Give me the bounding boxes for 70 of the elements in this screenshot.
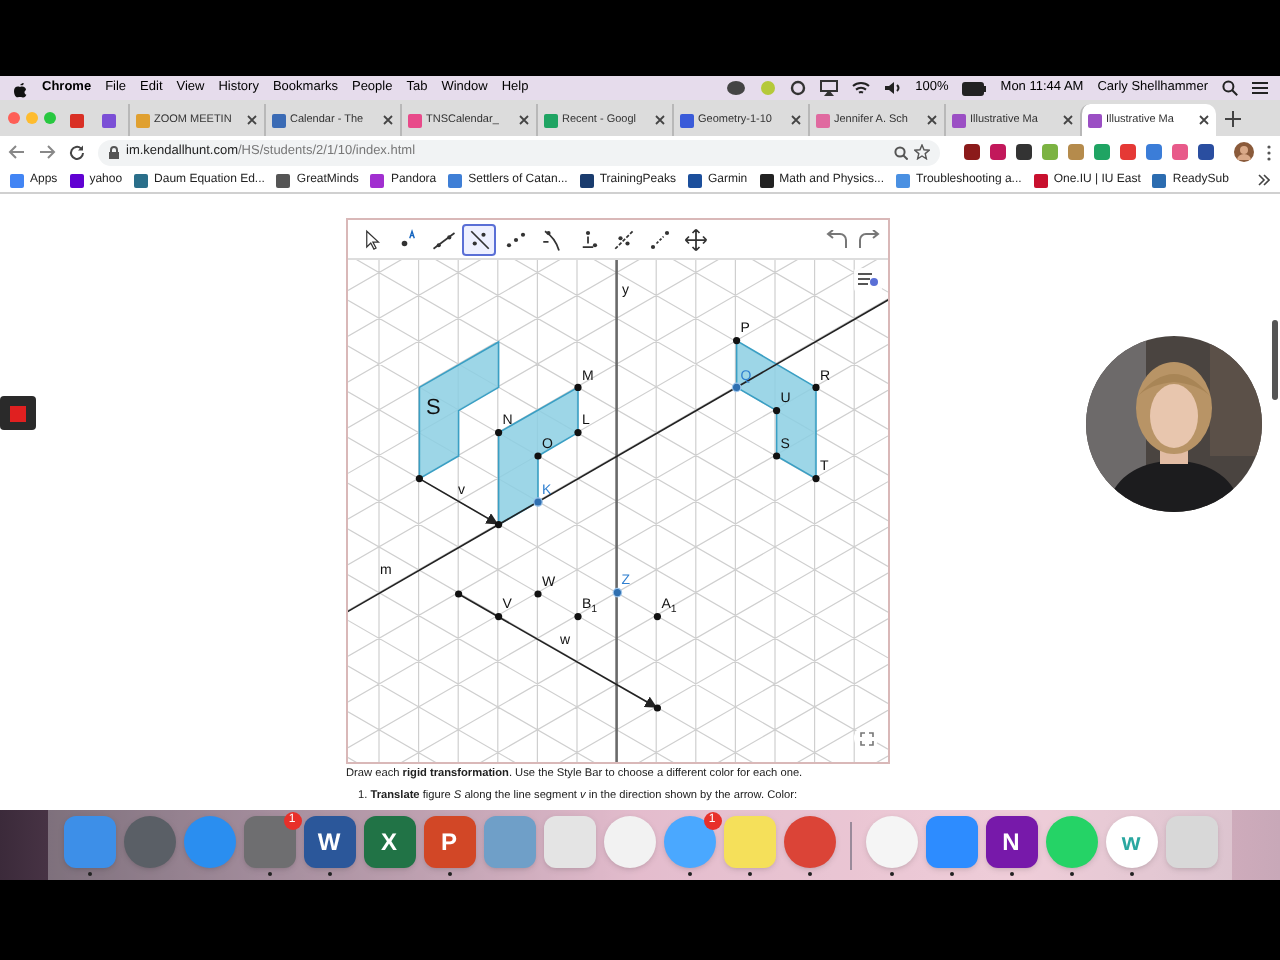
fullscreen-icon (859, 731, 873, 745)
vector-arrow[interactable] (457, 593, 658, 708)
more-bookmarks-icon[interactable] (1258, 174, 1270, 186)
app-icon[interactable] (663, 815, 715, 867)
close-icon[interactable] (382, 114, 394, 126)
curve-tool-icon (537, 225, 565, 253)
close-icon[interactable] (246, 114, 258, 126)
point[interactable] (733, 337, 741, 345)
shaded-polygon[interactable] (735, 339, 817, 480)
style-bar-button[interactable] (854, 268, 882, 292)
dashed-line-tool-icon (609, 225, 637, 253)
scrollbar-thumb[interactable] (1272, 320, 1278, 400)
fullscreen-button[interactable] (854, 726, 878, 750)
lock-icon (108, 145, 120, 159)
point[interactable] (773, 407, 781, 415)
point[interactable] (574, 613, 582, 621)
airplay-icon[interactable] (819, 80, 838, 96)
tool-button[interactable] (462, 223, 496, 255)
app-icon[interactable]: W (303, 815, 355, 867)
point[interactable] (731, 382, 742, 393)
avatar-icon[interactable] (1234, 142, 1254, 162)
point[interactable] (495, 429, 503, 437)
close-icon[interactable] (654, 114, 666, 126)
point[interactable] (653, 704, 661, 712)
more-icon[interactable] (1266, 143, 1272, 161)
reload-icon[interactable] (68, 143, 86, 161)
point[interactable] (812, 383, 820, 391)
record-button[interactable] (0, 396, 36, 430)
apple-icon[interactable] (12, 79, 28, 97)
search-icon[interactable] (1222, 80, 1238, 96)
point[interactable] (495, 521, 503, 529)
points-tool-icon (645, 225, 673, 253)
star-icon[interactable] (914, 144, 930, 160)
point[interactable] (415, 475, 423, 483)
point[interactable] (533, 497, 543, 507)
point[interactable] (495, 613, 503, 621)
zoom-icon[interactable] (894, 145, 908, 159)
volume-icon[interactable] (883, 80, 902, 96)
status-icon[interactable] (725, 80, 746, 96)
list-icon[interactable] (1252, 80, 1268, 96)
app-icon[interactable] (783, 815, 835, 867)
point[interactable] (455, 590, 463, 598)
vector-arrow[interactable] (418, 477, 499, 525)
close-icon[interactable] (1062, 114, 1074, 126)
app-icon[interactable]: X (363, 815, 415, 867)
app-icon[interactable]: P (423, 815, 475, 867)
close-icon[interactable] (1198, 114, 1210, 126)
undo-icon[interactable] (824, 229, 850, 249)
point[interactable] (574, 429, 582, 437)
move-icon (681, 225, 709, 253)
battery-icon[interactable] (962, 81, 987, 95)
point[interactable] (773, 452, 781, 460)
style-bar-icon (858, 272, 878, 288)
point[interactable] (534, 590, 542, 598)
wifi-icon[interactable] (851, 80, 870, 96)
close-icon[interactable] (790, 114, 802, 126)
app-icon[interactable]: N (985, 815, 1037, 867)
point[interactable] (812, 475, 820, 483)
forward-icon[interactable] (38, 144, 56, 160)
point[interactable] (574, 383, 582, 391)
point[interactable] (653, 613, 661, 621)
redo-icon[interactable] (856, 229, 882, 249)
new-tab-icon[interactable] (1224, 109, 1242, 127)
close-icon[interactable] (518, 114, 530, 126)
point[interactable] (534, 452, 542, 460)
figure-label: S (426, 398, 441, 420)
close-icon[interactable] (926, 114, 938, 126)
line-tool-icon (465, 225, 493, 253)
back-icon[interactable] (8, 144, 26, 160)
shaded-polygon[interactable] (497, 386, 579, 526)
